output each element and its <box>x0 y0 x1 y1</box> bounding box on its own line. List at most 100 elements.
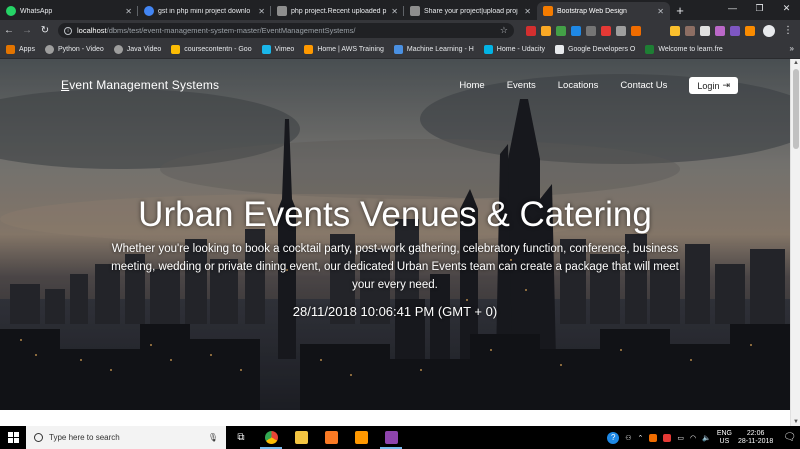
wifi-icon[interactable]: ◠ <box>690 434 696 442</box>
taskbar-xampp[interactable] <box>316 426 346 449</box>
task-view-button[interactable]: ⧉ <box>226 426 256 449</box>
hero-datetime: 28/11/2018 10:06:41 PM (GMT + 0) <box>292 304 498 319</box>
back-icon[interactable]: ← <box>0 25 18 36</box>
close-icon[interactable]: ✕ <box>391 7 398 16</box>
taskbar-search[interactable]: Type here to search 🎙 <box>26 426 226 449</box>
bookmark-vimeo[interactable]: Vimeo <box>261 45 295 54</box>
bookmark-apps[interactable]: Apps <box>6 45 35 54</box>
tab-php-project[interactable]: php project.Recent uploaded p ✕ <box>271 2 404 20</box>
taskbar-chrome[interactable] <box>256 426 286 449</box>
volume-icon[interactable]: 🔈 <box>702 434 711 442</box>
close-icon[interactable]: ✕ <box>125 7 132 16</box>
globe-icon <box>113 45 123 54</box>
search-placeholder: Type here to search <box>49 433 120 442</box>
battery-icon[interactable]: ▭ <box>677 434 684 442</box>
url-text[interactable]: localhost/dbms/test/event-management-sys… <box>77 26 495 35</box>
extension-icon[interactable] <box>586 25 596 36</box>
page-icon <box>410 6 420 16</box>
bookmark-udacity[interactable]: Home - Udacity <box>483 45 545 54</box>
extension-icon[interactable] <box>730 25 740 36</box>
whatsapp-icon <box>6 6 16 16</box>
nav-locations[interactable]: Locations <box>558 80 599 91</box>
extension-icon[interactable] <box>571 25 581 36</box>
region-code: US <box>719 437 730 445</box>
extension-icon[interactable] <box>670 25 680 36</box>
new-tab-button[interactable]: + <box>670 2 690 20</box>
tray-app-icon[interactable] <box>649 433 658 442</box>
tray-app-icon[interactable] <box>663 433 672 442</box>
bookmark-label: Machine Learning - H <box>406 46 474 53</box>
tab-bootstrap-web-design[interactable]: Bootstrap Web Design ✕ <box>537 2 670 20</box>
adblock-icon[interactable] <box>526 25 536 36</box>
extension-icon[interactable] <box>700 25 710 36</box>
extension-icon[interactable] <box>631 25 641 36</box>
language-code: ENG <box>716 429 732 437</box>
notifications-icon[interactable]: 🗨 <box>783 432 796 443</box>
nav-home[interactable]: Home <box>459 80 484 91</box>
nav-contact-us[interactable]: Contact Us <box>620 80 667 91</box>
scroll-up-icon[interactable]: ▲ <box>793 60 799 66</box>
tab-share-project[interactable]: Share your project|upload proj ✕ <box>404 2 537 20</box>
extension-icon[interactable] <box>556 25 566 36</box>
taskbar-clock[interactable]: 22:06 28-11-2018 <box>738 430 773 446</box>
bookmarks-overflow-button[interactable]: » <box>790 44 794 53</box>
nav-events[interactable]: Events <box>507 80 536 91</box>
extension-icon[interactable] <box>745 25 755 36</box>
bookmark-label: Home | AWS Training <box>317 46 384 53</box>
close-icon[interactable]: ✕ <box>657 7 664 16</box>
taskbar-file-explorer[interactable] <box>286 426 316 449</box>
start-button[interactable] <box>0 426 26 449</box>
aws-icon <box>304 45 314 54</box>
url-host: localhost <box>77 26 107 35</box>
system-tray: ? ⚇ ⌃ ▭ ◠ 🔈 ENG US 22:06 28-11-2018 🗨 <box>607 426 800 449</box>
bookmark-google-developers[interactable]: Google Developers O <box>555 45 635 54</box>
extension-icon[interactable] <box>541 25 551 36</box>
maximize-button[interactable]: ❐ <box>746 0 773 16</box>
bookmark-label: Vimeo <box>274 46 295 53</box>
page-content-start <box>0 410 790 426</box>
minimize-button[interactable]: — <box>719 0 746 16</box>
bookmark-freecodecamp[interactable]: Welcome to learn.fre <box>645 45 723 54</box>
reload-icon[interactable]: ↻ <box>36 25 54 36</box>
extension-icon[interactable] <box>685 25 695 36</box>
bookmark-java-video[interactable]: Java Video <box>113 45 161 54</box>
bookmark-python-video[interactable]: Python - Video <box>44 45 104 54</box>
extension-icon[interactable] <box>715 25 725 36</box>
taskbar-sublime[interactable] <box>346 426 376 449</box>
bookmark-machine-learning[interactable]: Machine Learning - H <box>393 45 474 54</box>
info-icon[interactable]: i <box>64 26 72 35</box>
bookmark-coursecontent[interactable]: coursecontentn - Goo <box>171 45 252 54</box>
close-icon[interactable]: ✕ <box>524 7 531 16</box>
windows-taskbar: Type here to search 🎙 ⧉ ? ⚇ ⌃ ▭ ◠ 🔈 ENG U… <box>0 426 800 449</box>
extensions <box>526 25 755 36</box>
menu-kebab-icon[interactable]: ⋮ <box>783 25 793 36</box>
page-scrollbar[interactable]: ▲ ▼ <box>790 59 800 426</box>
help-icon[interactable]: ? <box>607 431 620 444</box>
hero-subtitle: Whether you're looking to book a cocktai… <box>111 243 679 291</box>
taskbar-winrar[interactable] <box>376 426 406 449</box>
winrar-icon <box>384 431 398 444</box>
input-language[interactable]: ENG US <box>717 430 732 446</box>
people-icon[interactable]: ⚇ <box>625 434 631 442</box>
tab-gst-php[interactable]: gst in php mini project downlo ✕ <box>138 2 271 20</box>
microphone-icon[interactable]: 🎙 <box>208 433 218 442</box>
chevron-up-icon[interactable]: ⌃ <box>638 434 644 442</box>
login-button[interactable]: Login ⇥ <box>689 77 738 94</box>
extension-icon[interactable] <box>616 25 626 36</box>
bookmark-aws-training[interactable]: Home | AWS Training <box>304 45 384 54</box>
login-label: Login <box>697 80 720 91</box>
profile-avatar[interactable] <box>763 24 775 37</box>
google-developers-icon <box>555 45 565 54</box>
scrollbar-thumb[interactable] <box>793 69 799 149</box>
site-brand[interactable]: Event Management Systems <box>61 78 219 92</box>
shield-icon[interactable] <box>601 25 611 36</box>
scroll-down-icon[interactable]: ▼ <box>793 419 799 425</box>
hero-title: Urban Events Venues & Catering <box>138 195 652 234</box>
close-icon[interactable]: ✕ <box>258 7 265 16</box>
address-bar[interactable]: i localhost/dbms/test/event-management-s… <box>58 23 514 38</box>
coursera-icon <box>393 45 403 54</box>
forward-icon[interactable]: → <box>18 25 36 36</box>
close-window-button[interactable]: ✕ <box>773 0 800 16</box>
tab-whatsapp[interactable]: WhatsApp ✕ <box>0 2 138 20</box>
bookmark-star-icon[interactable]: ☆ <box>500 25 508 36</box>
